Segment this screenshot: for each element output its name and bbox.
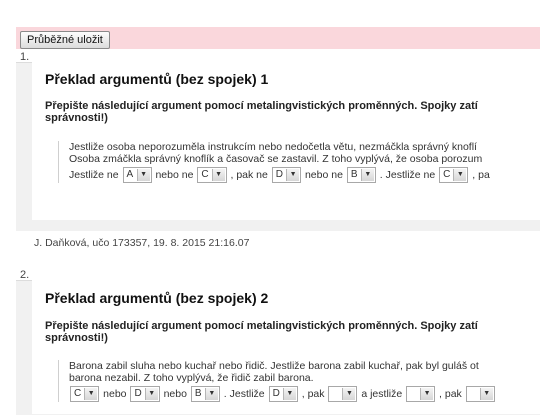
argument-line-2: Osoba zmáčkla správný knoflík a časovač … — [69, 153, 483, 165]
question-card: Překlad argumentů (bez spojek) 1 Přepišt… — [32, 62, 540, 220]
variable-select[interactable]: B ▼ — [346, 167, 376, 184]
select-value: C — [443, 169, 451, 181]
dropdown-arrow-icon: ▼ — [144, 388, 158, 401]
variable-select[interactable]: ▼ — [406, 386, 436, 403]
dropdown-arrow-icon: ▼ — [286, 169, 300, 182]
answer-text: Jestliže ne — [69, 169, 119, 181]
answer-text: nebo — [163, 388, 187, 400]
question-instruction: Přepište následující argument pomocí met… — [45, 100, 478, 124]
dropdown-arrow-icon: ▼ — [420, 388, 434, 401]
dropdown-arrow-icon: ▼ — [211, 169, 225, 182]
select-value: D — [275, 169, 284, 181]
answer-text: , pak — [439, 388, 462, 400]
question-card: Překlad argumentů (bez spojek) 2 Přepišt… — [32, 280, 540, 414]
answer-text: . Jestliže — [223, 388, 265, 400]
dropdown-arrow-icon: ▼ — [342, 388, 356, 401]
question-instruction: Přepište následující argument pomocí met… — [45, 320, 478, 344]
select-value: A — [126, 169, 134, 181]
dropdown-arrow-icon: ▼ — [453, 169, 467, 182]
answer-text: , pa — [472, 169, 490, 181]
argument-line-1: Barona zabil sluha nebo kuchař nebo řidi… — [69, 360, 479, 372]
argument-text: Barona zabil sluha nebo kuchař nebo řidi… — [58, 360, 540, 403]
answer-text: , pak — [301, 388, 325, 400]
variable-select[interactable]: ▼ — [328, 386, 358, 403]
dropdown-arrow-icon: ▼ — [479, 388, 493, 401]
answer-text: , pak ne — [230, 169, 268, 181]
variable-select[interactable]: C ▼ — [70, 386, 100, 403]
submission-info: J. Daňková, učo 173357, 19. 8. 2015 21:1… — [34, 237, 250, 249]
variable-select[interactable]: D ▼ — [271, 167, 302, 184]
dropdown-arrow-icon: ▼ — [84, 388, 98, 401]
variable-select[interactable]: C ▼ — [439, 167, 469, 184]
answer-row: Jestliže ne A ▼ nebo ne C ▼ , pak ne D ▼ ne… — [69, 167, 540, 184]
select-value: C — [201, 169, 209, 181]
argument-line-1: Jestliže osoba neporozuměla instrukcím n… — [69, 141, 477, 153]
select-value: D — [134, 388, 142, 400]
save-progress-button[interactable]: Průběžné uložit — [20, 31, 110, 49]
variable-select[interactable]: D ▼ — [268, 386, 298, 403]
question-title: Překlad argumentů (bez spojek) 2 — [45, 290, 269, 306]
argument-text: Jestliže osoba neporozuměla instrukcím n… — [58, 141, 540, 184]
dropdown-arrow-icon: ▼ — [136, 169, 150, 182]
variable-select[interactable]: D ▼ — [130, 386, 160, 403]
dropdown-arrow-icon: ▼ — [282, 388, 296, 401]
variable-select[interactable]: ▼ — [465, 386, 495, 403]
select-value: D — [272, 388, 280, 400]
answer-text: a jestliže — [361, 388, 403, 400]
argument-line-2: barona nezabil. Z toho vyplývá, že řidič… — [69, 372, 314, 384]
question-title: Překlad argumentů (bez spojek) 1 — [45, 71, 269, 87]
answer-text: nebo ne — [155, 169, 194, 181]
dropdown-arrow-icon: ▼ — [204, 388, 218, 401]
select-value: B — [194, 388, 202, 400]
variable-select[interactable]: B ▼ — [190, 386, 220, 403]
select-value: B — [350, 169, 358, 181]
dropdown-arrow-icon: ▼ — [360, 169, 374, 182]
select-value: C — [74, 388, 82, 400]
answer-text: nebo ne — [304, 169, 343, 181]
variable-select[interactable]: C ▼ — [197, 167, 227, 184]
answer-row: C ▼ nebo D ▼ nebo B ▼ . Jestliže D ▼ , pak ▼… — [69, 386, 540, 403]
answer-text: nebo — [103, 388, 127, 400]
answer-text: . Jestliže ne — [379, 169, 436, 181]
variable-select[interactable]: A ▼ — [122, 167, 152, 184]
